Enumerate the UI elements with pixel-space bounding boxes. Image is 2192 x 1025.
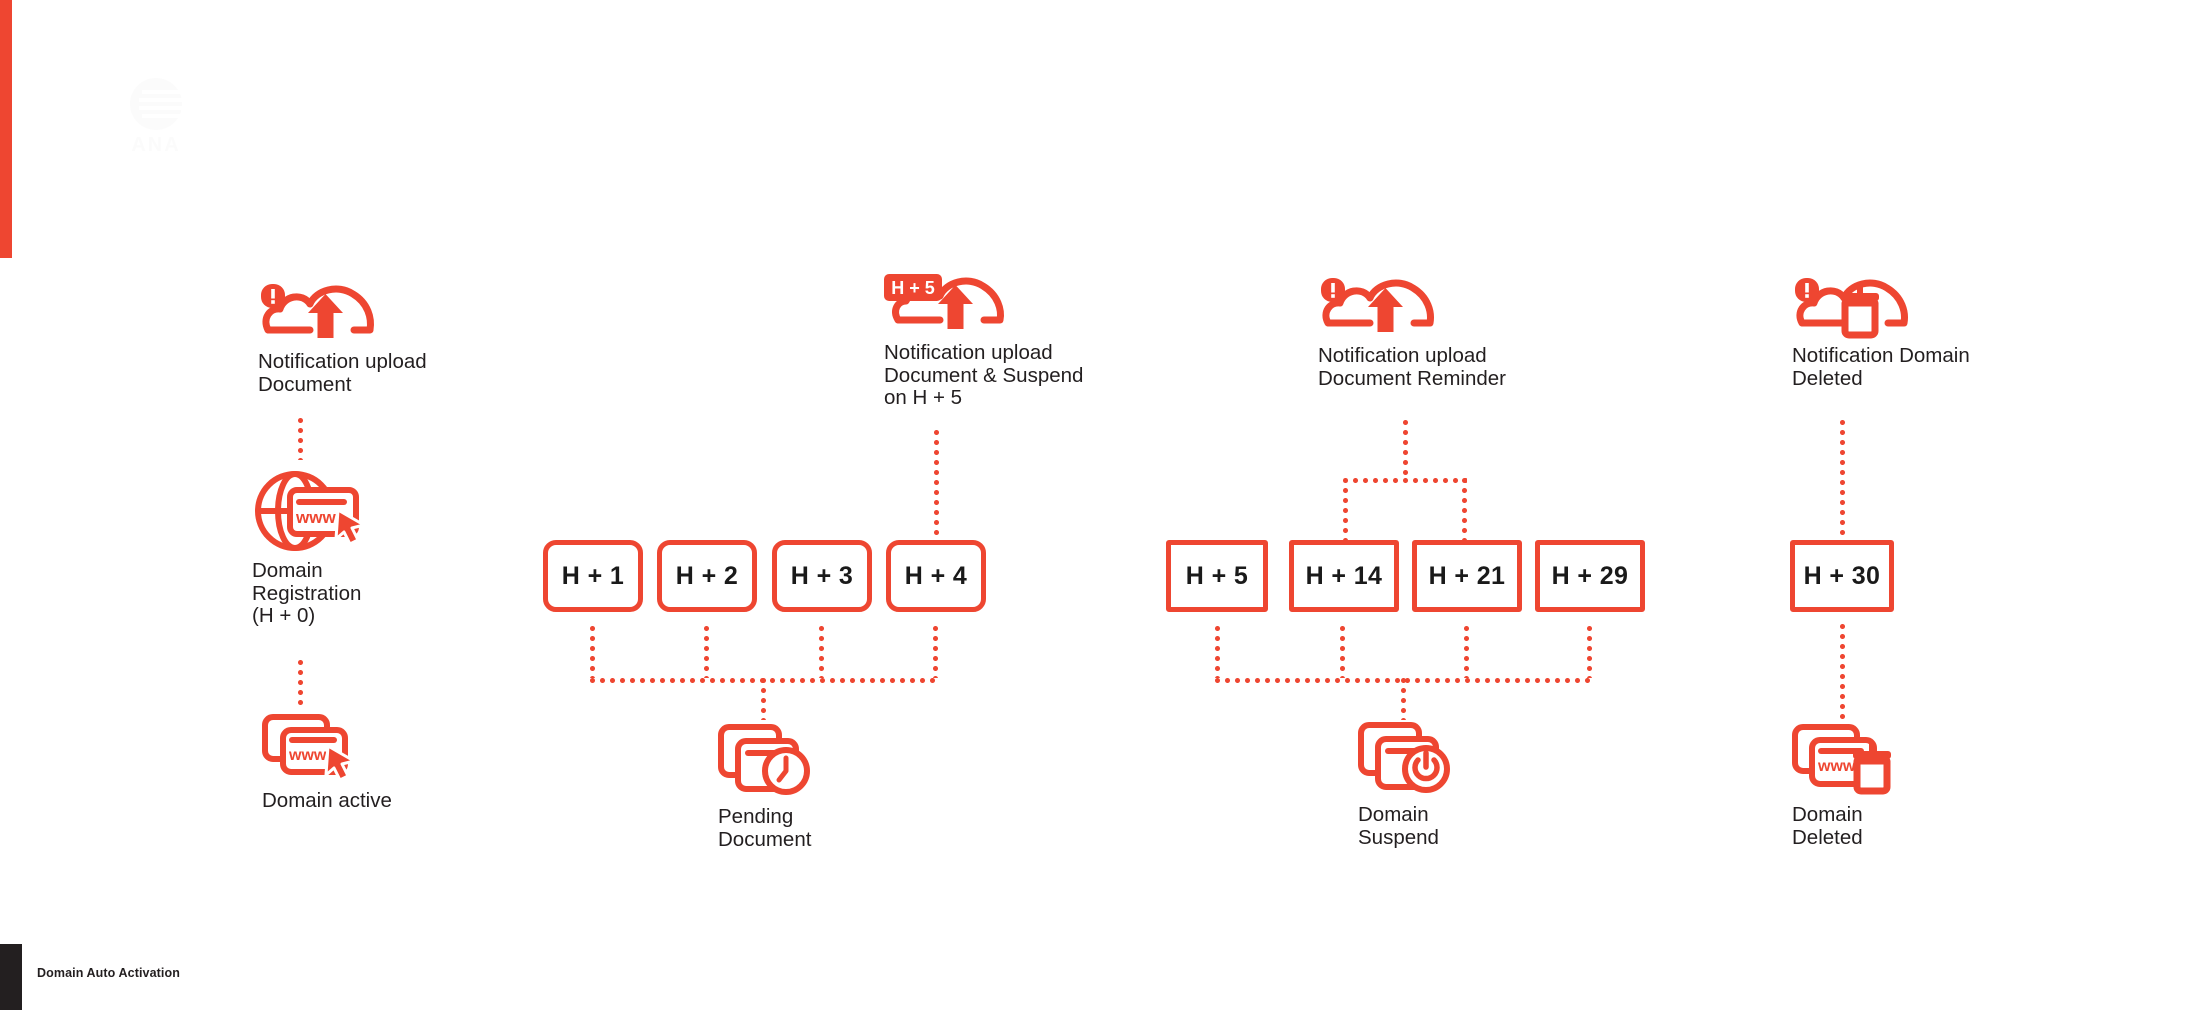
connector-h21-down [1464,626,1469,678]
connector-h5-down [1215,626,1220,678]
connector-registration-to-active [298,660,303,708]
windows-clock-icon [718,724,810,795]
trash-icon [1853,741,1891,795]
brand-watermark: ANA [108,76,204,156]
globe-www-cursor-icon: www [255,471,366,551]
node-label: Notification upload Document & Suspend o… [884,341,1084,409]
node-label: Notification upload Document Reminder [1318,344,1506,390]
node-label: Domain Registration (H + 0) [252,559,362,627]
cloud-upload-badge-icon: H + 5 [884,274,1004,329]
svg-text:www: www [1817,758,1856,775]
timeline-box-h4[interactable]: H + 4 [886,540,986,612]
accent-bar-left-top [0,0,12,258]
timeline-box-h29[interactable]: H + 29 [1535,540,1645,612]
connector-bracket-to-h21 [1462,478,1467,540]
timeline-box-h14[interactable]: H + 14 [1289,540,1399,612]
footer-title: Domain Auto Activation [37,966,180,980]
cloud-upload-alert-icon [1321,278,1434,332]
node-label: Domain Deleted [1792,803,1863,849]
node-domain-active: www Domain active [262,714,392,813]
node-domain-deleted: www Domain Deleted [1792,724,1896,849]
timeline-box-h2[interactable]: H + 2 [657,540,757,612]
node-label: Notification Domain Deleted [1792,344,1970,390]
timeline-box-h5[interactable]: H + 5 [1166,540,1268,612]
windows-www-trash-icon: www [1792,724,1891,795]
windows-power-icon [1358,722,1450,793]
connector-reminder-down [1403,420,1408,478]
trash-icon [1841,283,1879,339]
timeline-box-h1[interactable]: H + 1 [543,540,643,612]
connector-bracket-to-h14 [1343,478,1348,540]
watermark-globe-icon [130,78,184,130]
svg-text:www: www [288,747,327,764]
connector-h1-down [590,626,595,678]
alert-badge-icon [261,284,285,308]
node-label: Domain Suspend [1358,803,1439,849]
connector-h2-down [704,626,709,678]
cloud-trash-alert-icon [1795,278,1908,339]
connector-h14-down [1340,626,1345,678]
alert-badge-icon [1321,278,1345,302]
timeline-box-h30[interactable]: H + 30 [1790,540,1894,612]
accent-bar-left-bottom [0,944,22,1010]
node-notif-upload-doc: Notification upload Document [258,278,427,396]
node-notif-upload-reminder: Notification upload Document Reminder [1318,275,1506,390]
node-domain-registration: www Domain Registration (H + 0) [252,470,366,628]
node-notif-upload-suspend: H + 5 Notification upload Document & Sus… [884,272,1083,410]
connector-h4-down [933,626,938,678]
connector-reminder-bracket [1343,478,1467,483]
node-notif-domain-deleted: Notification Domain Deleted [1792,275,1970,390]
alert-badge-icon [1795,278,1819,302]
connector-h29-down [1587,626,1592,678]
connector-bus-to-pending-doc [761,678,766,720]
connector-h30-to-deleted [1840,624,1845,720]
timeline-box-h21[interactable]: H + 21 [1412,540,1522,612]
windows-www-cursor-icon: www [262,714,356,782]
node-label: Notification upload Document [258,350,427,396]
connector-notif-to-h4 [934,430,939,540]
watermark-label: ANA [131,134,181,156]
node-domain-suspend: Domain Suspend [1358,722,1454,849]
timeline-box-h3[interactable]: H + 3 [772,540,872,612]
svg-text:H + 5: H + 5 [891,278,935,298]
node-label: Domain active [262,789,392,812]
connector-bus-to-domain-suspend [1401,678,1406,720]
connector-notif-to-h30 [1840,420,1845,538]
node-pending-document: Pending Document [718,724,814,851]
svg-text:www: www [295,508,336,527]
node-label: Pending Document [718,805,812,851]
cloud-upload-alert-icon [261,284,374,338]
connector-h3-down [819,626,824,678]
connector-notif-to-registration [298,418,303,460]
h5-badge: H + 5 [884,274,942,301]
